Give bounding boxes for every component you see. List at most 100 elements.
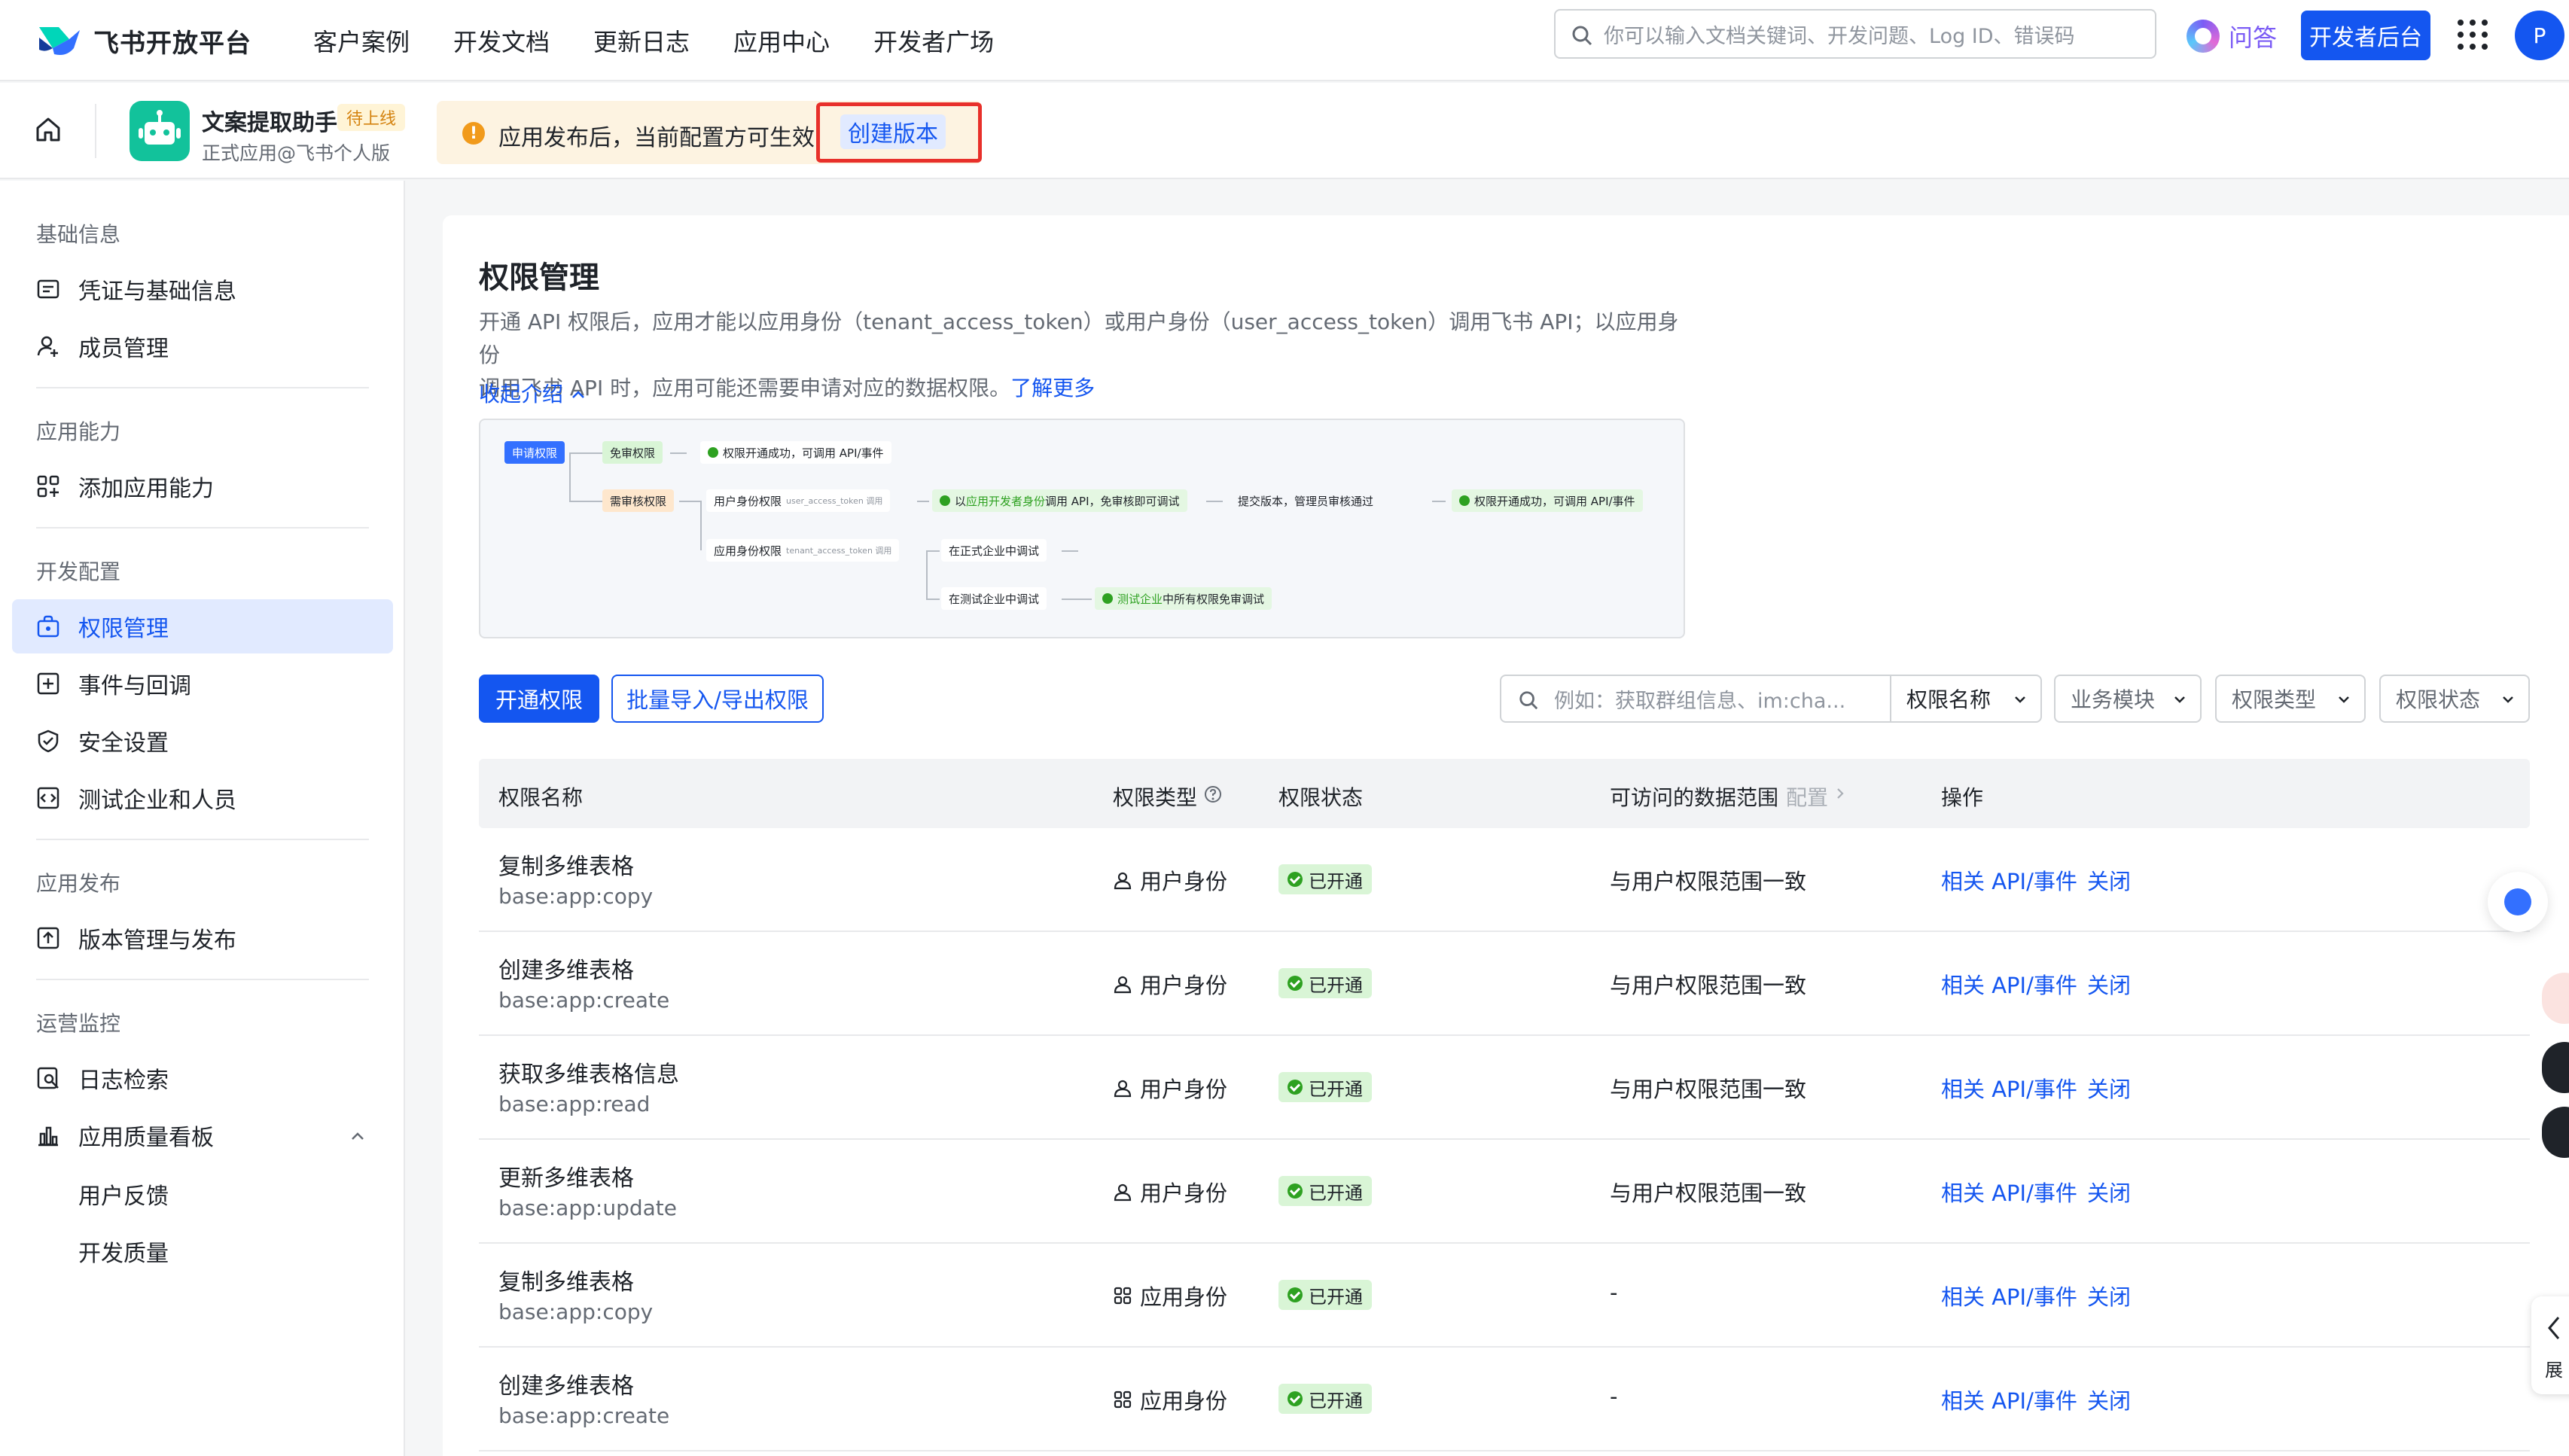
permission-type-label: 用户身份 [1140,1180,1228,1206]
flow-user-identity: 用户身份权限 user_access_token 调用 [706,489,891,512]
sidebar-item-log-search[interactable]: 日志检索 [12,1051,393,1105]
sidebar-item-permissions[interactable]: 权限管理 [12,599,393,653]
flow-test-debug: 在测试企业中调试 [941,587,1047,610]
nav-link-dev-plaza[interactable]: 开发者广场 [873,23,994,58]
nav-link-cases[interactable]: 客户案例 [313,23,410,58]
status-badge: 已开通 [1278,864,1372,894]
related-api-link[interactable]: 相关 API/事件 [1941,968,2077,1000]
sidebar-item-label: 凭证与基础信息 [78,279,236,305]
flow-connector [926,550,928,600]
page-description: 开通 API 权限后，应用才能以应用身份（tenant_access_token… [479,306,1684,405]
close-permission-link[interactable]: 关闭 [2087,1176,2131,1208]
sidebar-item-test-enterprise[interactable]: 测试企业和人员 [12,771,393,825]
flow-submit: 提交版本，管理员审核通过 [1238,494,1374,508]
expand-panel-tab[interactable]: 展 [2531,1296,2569,1394]
chevron-down-icon [2174,696,2185,703]
floating-help-button[interactable] [2488,872,2548,932]
sidebar-section-basic: 基础信息 [36,222,121,247]
flow-apply: 申请权限 [504,441,565,464]
top-navbar: 飞书开放平台 客户案例 开发文档 更新日志 应用中心 开发者广场 你可以输入文档… [0,0,2569,81]
close-permission-link[interactable]: 关闭 [2087,1384,2131,1415]
chevron-up-icon [572,391,584,398]
filter-permission-status[interactable]: 权限状态 [2379,675,2530,723]
sidebar-item-members[interactable]: 成员管理 [12,319,393,373]
sidebar-subitem-dev-quality[interactable]: 开发质量 [78,1235,169,1268]
flow-connector [1432,501,1446,502]
close-permission-link[interactable]: 关闭 [2087,968,2131,1000]
table-row: 复制多维表格 base:app:copy 用户身份 已开通 与用户权限范围一致 相关 AP… [479,828,2530,932]
filter-business-module[interactable]: 业务模块 [2054,675,2202,723]
apps-grid-icon[interactable] [2458,20,2488,50]
developer-console-button[interactable]: 开发者后台 [2301,11,2430,60]
home-icon[interactable] [33,114,63,145]
sidebar-section-dev-config: 开发配置 [36,559,121,584]
app-subtitle: 正式应用@飞书个人版 [202,142,391,164]
learn-more-link[interactable]: 了解更多 [1010,376,1095,401]
filter-permission-type[interactable]: 权限类型 [2215,675,2366,723]
divider [36,527,369,528]
desc-line: 开通 API 权限后，应用才能以应用身份（tenant_access_token… [479,309,1679,367]
select-value: 权限名称 [1906,687,1992,712]
related-api-link[interactable]: 相关 API/事件 [1941,1280,2077,1311]
check-circle-icon [1459,495,1470,506]
user-icon [1114,1183,1132,1202]
permission-name: 复制多维表格 [498,854,634,880]
chevron-up-icon[interactable] [349,1128,366,1144]
sidebar-section-monitor: 运营监控 [36,1011,121,1036]
scope-config-link[interactable]: 配置 [1786,781,1828,812]
app-header: 文案提取助手 待上线 正式应用@飞书个人版 ! 应用发布后，当前配置方可生效 [0,83,2569,179]
nav-link-app-center[interactable]: 应用中心 [733,23,830,58]
sidebar-item-label: 事件与回调 [78,673,191,699]
close-permission-link[interactable]: 关闭 [2087,1280,2131,1311]
th-type: 权限类型 [1113,785,1198,810]
select-value: 权限类型 [2232,687,2317,712]
flow-subtext: user_access_token 调用 [786,496,883,506]
sidebar-item-label: 权限管理 [78,616,169,642]
question-circle-icon[interactable] [1203,784,1223,804]
permission-name: 更新多维表格 [498,1165,634,1192]
permission-name: 获取多维表格信息 [498,1062,679,1088]
flow-subtext: tenant_access_token 调用 [786,546,892,556]
sidebar-subitem-feedback[interactable]: 用户反馈 [78,1177,169,1211]
related-api-link[interactable]: 相关 API/事件 [1941,1072,2077,1104]
platform-logo[interactable]: 飞书开放平台 [36,18,251,63]
notice-text: 应用发布后，当前配置方可生效 [498,125,815,151]
related-api-link[interactable]: 相关 API/事件 [1941,1176,2077,1208]
app-name: 文案提取助手 [202,110,337,136]
sidebar-item-security[interactable]: 安全设置 [12,714,393,768]
permission-type-label: 用户身份 [1140,869,1228,894]
flow-test-free: 测试企业 中所有权限免审调试 [1095,587,1272,610]
batch-import-export-button[interactable]: 批量导入/导出权限 [611,675,824,723]
search-field-select[interactable]: 权限名称 [1891,675,2042,723]
permission-search-input[interactable]: 例如：获取群组信息、im:cha... [1500,675,1891,723]
nav-link-changelog[interactable]: 更新日志 [593,23,690,58]
user-icon [1114,1080,1132,1098]
sidebar-item-add-capability[interactable]: 添加应用能力 [12,459,393,513]
close-permission-link[interactable]: 关闭 [2087,864,2131,896]
sidebar-item-events[interactable]: 事件与回调 [12,656,393,711]
qa-button[interactable]: 问答 [2187,15,2277,57]
user-avatar[interactable]: P [2515,11,2564,60]
related-api-link[interactable]: 相关 API/事件 [1941,1384,2077,1415]
check-circle-icon [1102,593,1113,604]
nav-link-docs[interactable]: 开发文档 [453,23,550,58]
create-version-button[interactable]: 创建版本 [840,114,946,149]
permission-type: 应用身份 [1113,1280,1227,1311]
sidebar-item-label: 测试企业和人员 [78,787,236,814]
id-card-icon [37,279,59,299]
flow-text: 权限开通成功，可调用 API/事件 [1474,494,1635,508]
collapse-intro-link[interactable]: 收起介绍 [479,378,587,408]
code-icon [37,787,59,809]
doc-search-input[interactable]: 你可以输入文档关键词、开发问题、Log ID、错误码 [1554,9,2156,59]
flow-final-result: 权限开通成功，可调用 API/事件 [1452,489,1643,512]
related-api-link[interactable]: 相关 API/事件 [1941,864,2077,896]
open-permission-button[interactable]: 开通权限 [479,675,599,723]
sidebar-item-version-release[interactable]: 版本管理与发布 [12,911,393,965]
logo-text: 飞书开放平台 [93,28,251,59]
user-icon [1114,976,1132,994]
close-permission-link[interactable]: 关闭 [2087,1072,2131,1104]
sidebar-item-credentials[interactable]: 凭证与基础信息 [12,262,393,316]
sidebar-item-quality-board[interactable]: 应用质量看板 [12,1108,393,1162]
table-header: 权限名称 权限类型 权限状态 可访问的数据范围 配置 操作 [479,759,2530,828]
event-icon [37,672,59,695]
